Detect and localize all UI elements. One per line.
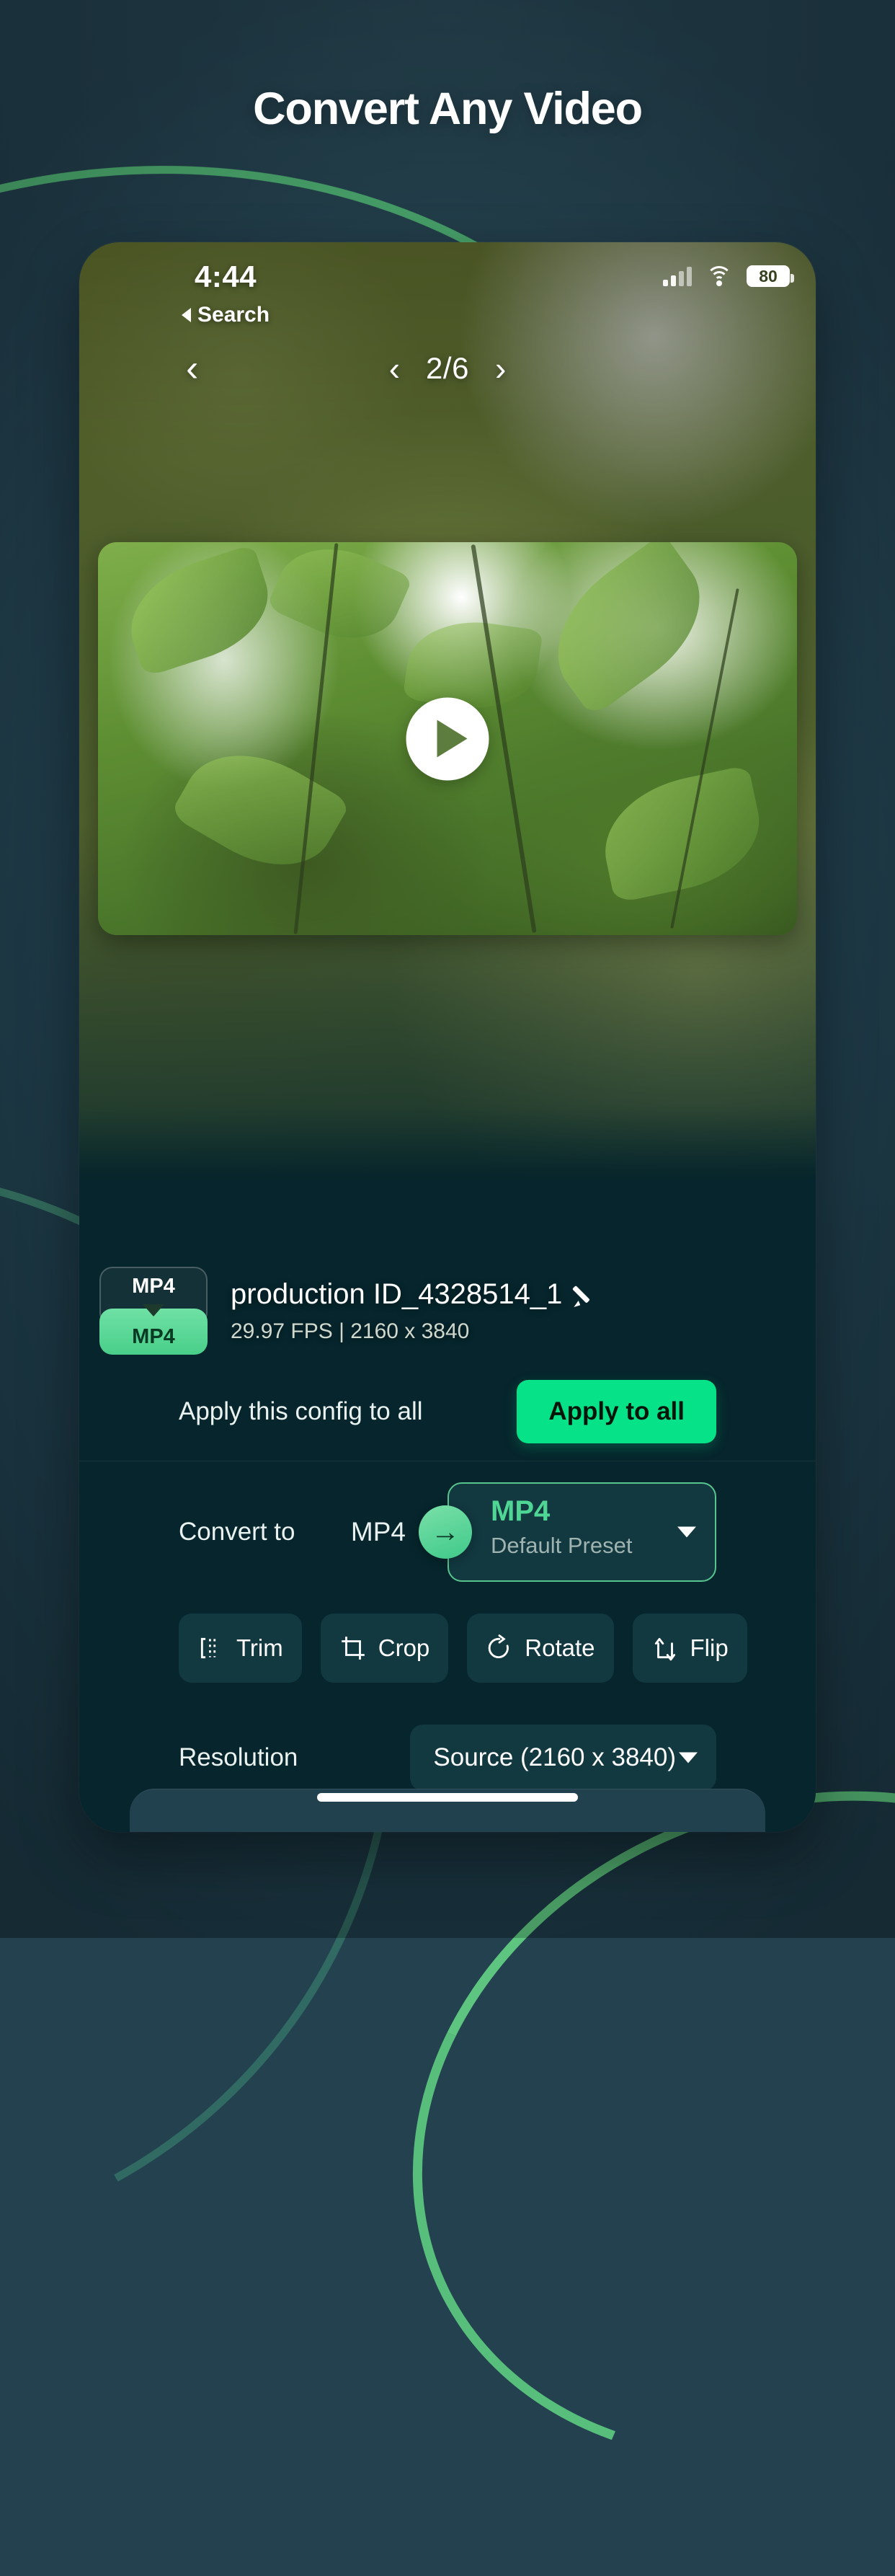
leaf-decor	[265, 542, 414, 658]
resolution-value: Source (2160 x 3840)	[433, 1743, 676, 1771]
settings-panel: Apply this config to all Apply to all Co…	[79, 1360, 816, 1832]
source-format-text: MP4	[350, 1517, 406, 1546]
file-name: production ID_4328514_1	[231, 1278, 563, 1310]
back-button[interactable]: ‹	[186, 350, 198, 387]
resolution-label: Resolution	[179, 1743, 298, 1771]
apply-config-row: Apply this config to all Apply to all	[79, 1368, 816, 1455]
leaf-decor	[402, 613, 543, 717]
play-icon	[437, 720, 467, 758]
arrow-right-icon: →	[419, 1505, 472, 1559]
pager-next-button[interactable]: ›	[495, 352, 506, 385]
pager-prev-button[interactable]: ‹	[389, 352, 400, 385]
battery-icon: 80	[747, 265, 794, 287]
tool-rotate-button[interactable]: Rotate	[467, 1614, 614, 1683]
chevron-down-icon	[679, 1752, 698, 1763]
rotate-icon	[486, 1634, 513, 1662]
tool-flip-button[interactable]: Flip	[632, 1614, 747, 1683]
leaf-decor	[528, 542, 727, 718]
tool-crop-button[interactable]: Crop	[320, 1614, 449, 1683]
file-meta: 29.97 FPS | 2160 x 3840	[231, 1319, 470, 1343]
back-triangle-icon	[182, 308, 191, 322]
convert-to-label: Convert to	[179, 1518, 295, 1546]
leaf-decor	[169, 727, 351, 891]
tool-label: Flip	[690, 1634, 729, 1661]
phone-mockup: 4:44 Search 80 ‹ ‹ 2/6 › MP4 MP4 product…	[79, 242, 816, 1832]
file-name-row[interactable]: production ID_4328514_1	[231, 1278, 595, 1311]
status-time: 4:44	[195, 260, 257, 293]
battery-percent: 80	[759, 267, 778, 286]
status-bar: 4:44 Search 80	[79, 242, 816, 329]
play-button[interactable]	[406, 697, 489, 780]
resolution-select[interactable]: Source (2160 x 3840)	[410, 1725, 716, 1791]
pager-counter: 2/6	[426, 351, 469, 385]
apply-to-all-button[interactable]: Apply to all	[517, 1380, 716, 1443]
pager: ‹ 2/6 ›	[389, 351, 507, 386]
resolution-row: Resolution Source (2160 x 3840)	[79, 1720, 816, 1795]
target-format-value: MP4	[491, 1495, 551, 1527]
video-preview[interactable]	[98, 542, 797, 935]
status-back-label: Search	[197, 303, 270, 327]
page-title: Convert Any Video	[253, 84, 643, 134]
chevron-down-icon	[677, 1526, 696, 1538]
target-format-select[interactable]: MP4 Default Preset	[448, 1482, 716, 1582]
pencil-icon[interactable]	[574, 1283, 595, 1305]
format-conversion-badge: MP4 MP4	[99, 1267, 208, 1355]
tool-label: Rotate	[525, 1634, 595, 1661]
edit-tools-row: Trim Crop Rotate Flip	[179, 1614, 747, 1683]
arrow-down-icon	[143, 1304, 164, 1316]
home-indicator[interactable]	[317, 1793, 578, 1802]
tool-label: Trim	[236, 1634, 283, 1661]
wifi-icon	[706, 266, 732, 286]
signal-bars-icon	[663, 266, 692, 286]
crop-icon	[339, 1634, 367, 1662]
tool-label: Crop	[378, 1634, 430, 1661]
tool-trim-button[interactable]: Trim	[179, 1614, 302, 1683]
apply-config-label: Apply this config to all	[179, 1397, 423, 1425]
status-back-button[interactable]: Search	[182, 303, 270, 327]
navigation-bar: ‹ ‹ 2/6 ›	[79, 336, 816, 401]
trim-icon	[197, 1634, 225, 1662]
flip-icon	[651, 1634, 679, 1662]
file-text: production ID_4328514_1 29.97 FPS | 2160…	[231, 1278, 595, 1344]
status-indicators: 80	[663, 265, 794, 287]
file-info-row: MP4 MP4 production ID_4328514_1 29.97 FP…	[79, 1265, 816, 1357]
convert-to-row: Convert to MP4 → MP4 Default Preset	[79, 1471, 816, 1593]
leaf-decor	[115, 544, 282, 678]
